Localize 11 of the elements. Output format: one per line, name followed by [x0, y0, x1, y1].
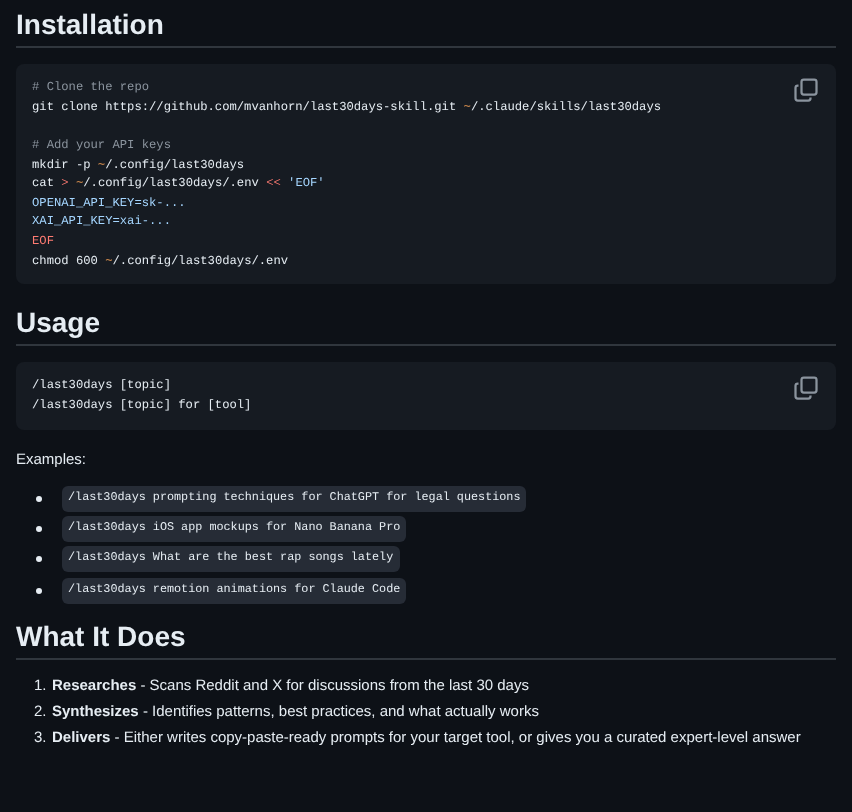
bullet-icon — [36, 587, 42, 594]
bullet-icon — [36, 526, 42, 533]
copy-button[interactable] — [794, 376, 820, 403]
section-heading: What It Does — [16, 615, 836, 660]
section-heading: Usage — [16, 302, 836, 347]
bullet-icon — [36, 556, 42, 563]
copy-icon — [794, 376, 818, 401]
copy-icon — [794, 78, 818, 103]
bullet-icon — [36, 495, 42, 502]
copy-button[interactable] — [794, 78, 820, 105]
section-heading: Installation — [16, 4, 836, 49]
